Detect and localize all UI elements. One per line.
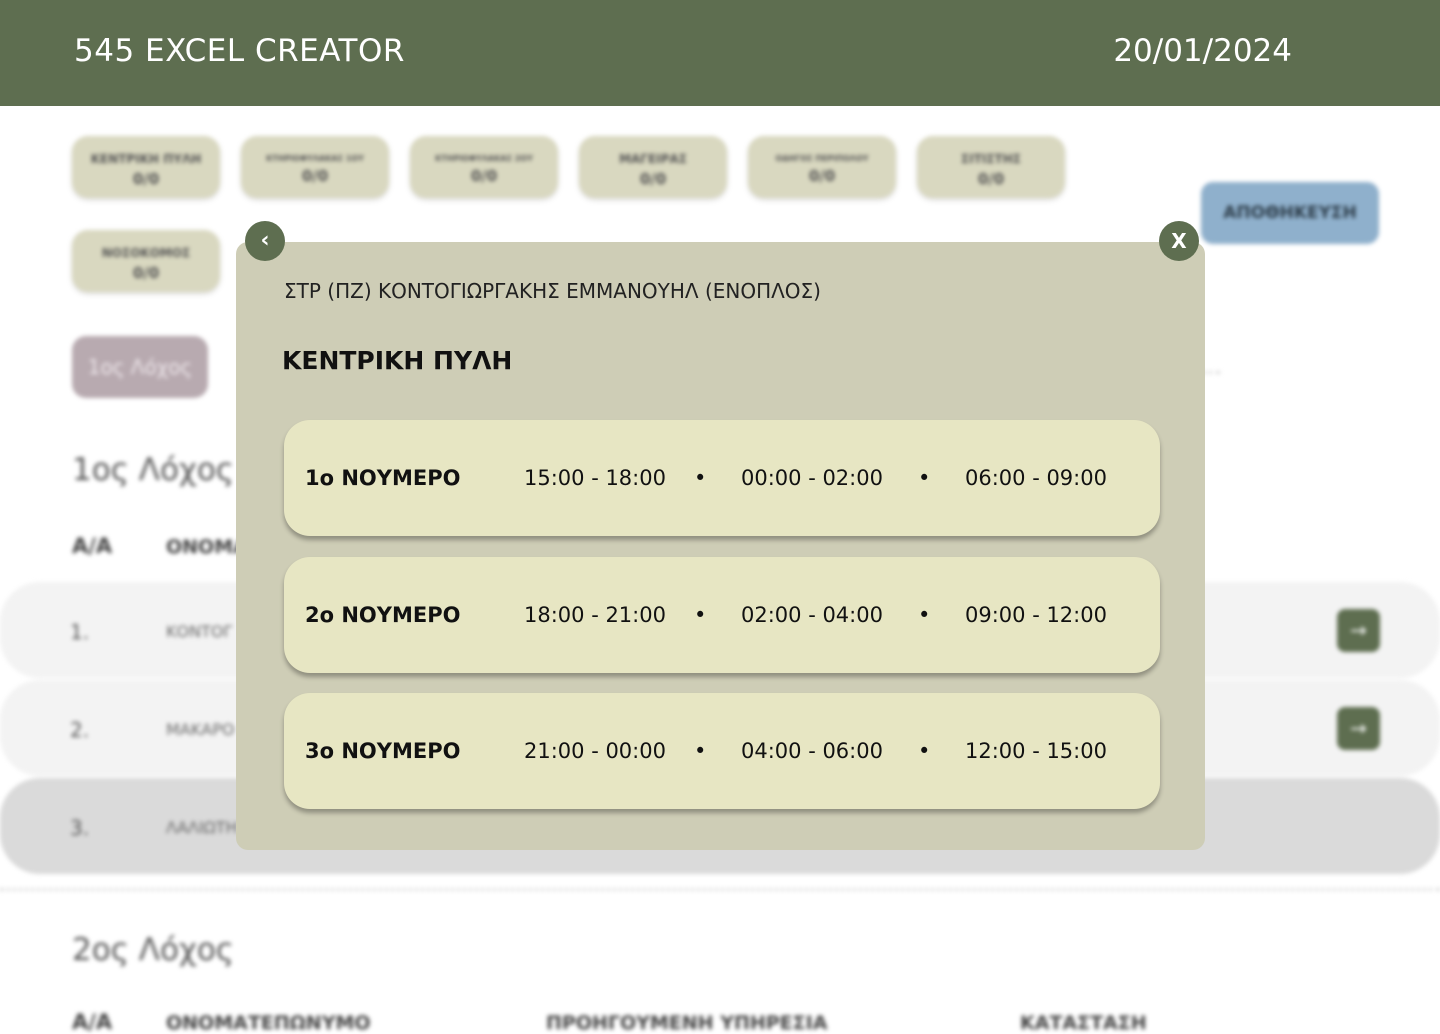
post-chip-count: 0/0 — [132, 264, 160, 282]
post-chip-label: ΜΑΓΕΙΡΑΣ — [619, 152, 687, 166]
row-number: 3. — [70, 816, 90, 840]
shift-time: 15:00 - 18:00 — [524, 466, 666, 490]
row-name: ΜΑΚΑΡΟ — [166, 720, 235, 739]
shift-time: 04:00 - 06:00 — [741, 739, 883, 763]
post-chip-label: ΣΙΤΙΣΤΗΣ — [961, 152, 1021, 166]
post-chip-count: 0/0 — [977, 170, 1005, 188]
shift-time: 09:00 - 12:00 — [965, 603, 1107, 627]
app-header: 545 EXCEL CREATOR 20/01/2024 — [0, 0, 1440, 106]
post-chip-label: ΚΤΗΡΙΟΦΥΛΑΚΑΣ 1ΟΥ — [266, 154, 364, 163]
post-chip-label: ΚΤΗΡΙΟΦΥΛΑΚΑΣ 2ΟΥ — [435, 154, 533, 163]
post-chip-label: ΝΟΣΟΚΟΜΟΣ — [101, 246, 191, 260]
shift-time: 00:00 - 02:00 — [741, 466, 883, 490]
post-chip-count: 0/0 — [132, 170, 160, 188]
post-title: ΚΕΝΤΡΙΚΗ ΠΥΛΗ — [282, 346, 513, 375]
shift-time: 18:00 - 21:00 — [524, 603, 666, 627]
post-chip-sitistis[interactable]: ΣΙΤΙΣΤΗΣ 0/0 — [917, 136, 1065, 198]
divider — [0, 888, 1440, 891]
section-title-company-1: 1ος Λόχος — [72, 452, 234, 488]
shift-option-3[interactable]: 3ο ΝΟΥΜΕΡΟ 21:00 - 00:00 • 04:00 - 06:00… — [284, 693, 1160, 809]
shift-name: 2ο ΝΟΥΜΕΡΟ — [305, 603, 461, 627]
post-chip-label: ΚΕΝΤΡΙΚΗ ΠΥΛΗ — [90, 152, 202, 166]
save-button[interactable]: ΑΠΟΘΗΚΕΥΣΗ — [1201, 182, 1379, 244]
post-chip-odigos-peripolou[interactable]: ΟΔΗΓΟΣ ΠΕΡΙΠΟΛΟΥ 0/0 — [748, 136, 896, 198]
shift-time: 12:00 - 15:00 — [965, 739, 1107, 763]
separator-dot: • — [918, 739, 931, 763]
post-chip-label: ΟΔΗΓΟΣ ΠΕΡΙΠΟΛΟΥ — [775, 154, 869, 163]
header-date: 20/01/2024 — [1113, 33, 1292, 69]
arrow-right-icon[interactable]: → — [1337, 707, 1380, 750]
row-name: ΛΑΛΙΩΤΗ — [166, 818, 238, 837]
separator-dot: • — [918, 603, 931, 627]
shift-time: 21:00 - 00:00 — [524, 739, 666, 763]
shift-name: 1ο ΝΟΥΜΕΡΟ — [305, 466, 461, 490]
app-title: 545 EXCEL CREATOR — [74, 33, 405, 69]
column-header-aa: A/A — [72, 1010, 113, 1034]
row-number: 1. — [70, 620, 90, 644]
soldier-name: ΣΤΡ (ΠΖ) ΚΟΝΤΟΓΙΩΡΓΑΚΗΣ ΕΜΜΑΝΟΥΗΛ (ΕΝΟΠΛ… — [284, 279, 821, 303]
row-number: 2. — [70, 718, 90, 742]
separator-dot: • — [694, 466, 707, 490]
close-icon[interactable]: X — [1159, 221, 1199, 261]
separator-dot: • — [694, 603, 707, 627]
separator-dot: • — [694, 739, 707, 763]
shift-time: 02:00 - 04:00 — [741, 603, 883, 627]
column-header-status: ΚΑΤΑΣΤΑΣΗ — [1020, 1012, 1147, 1034]
chevron-left-icon[interactable]: ‹ — [245, 221, 285, 261]
post-chip-mageiras[interactable]: ΜΑΓΕΙΡΑΣ 0/0 — [579, 136, 727, 198]
shift-option-1[interactable]: 1ο ΝΟΥΜΕΡΟ 15:00 - 18:00 • 00:00 - 02:00… — [284, 420, 1160, 536]
post-chip-ktiriofylakas-1[interactable]: ΚΤΗΡΙΟΦΥΛΑΚΑΣ 1ΟΥ 0/0 — [241, 136, 389, 198]
section-title-company-2: 2ος Λόχος — [72, 932, 234, 968]
post-chip-ktiriofylakas-2[interactable]: ΚΤΗΡΙΟΦΥΛΑΚΑΣ 2ΟΥ 0/0 — [410, 136, 558, 198]
arrow-right-icon[interactable]: → — [1337, 609, 1380, 652]
company-tab-1[interactable]: 1ος Λόχος — [72, 336, 208, 398]
post-chip-count: 0/0 — [301, 167, 329, 185]
row-name: ΚΟΝΤΟΓ — [166, 622, 233, 641]
column-header-name: ΟΝΟΜΑΤΕΠΩΝΥΜΟ — [166, 1012, 371, 1034]
column-header-previous-duty: ΠΡΟΗΓΟΥΜΕΝΗ ΥΠΗΡΕΣΙΑ — [546, 1012, 828, 1034]
separator-dot: • — [918, 466, 931, 490]
post-chip-nosokomos[interactable]: ΝΟΣΟΚΟΜΟΣ 0/0 — [72, 230, 220, 292]
shift-time: 06:00 - 09:00 — [965, 466, 1107, 490]
shift-option-2[interactable]: 2ο ΝΟΥΜΕΡΟ 18:00 - 21:00 • 02:00 - 04:00… — [284, 557, 1160, 673]
post-chip-count: 0/0 — [470, 167, 498, 185]
post-chip-count: 0/0 — [808, 167, 836, 185]
post-chip-count: 0/0 — [639, 170, 667, 188]
post-chip-kentriki-pyli[interactable]: ΚΕΝΤΡΙΚΗ ΠΥΛΗ 0/0 — [72, 136, 220, 198]
shift-name: 3ο ΝΟΥΜΕΡΟ — [305, 739, 461, 763]
column-header-aa: A/A — [72, 534, 113, 558]
